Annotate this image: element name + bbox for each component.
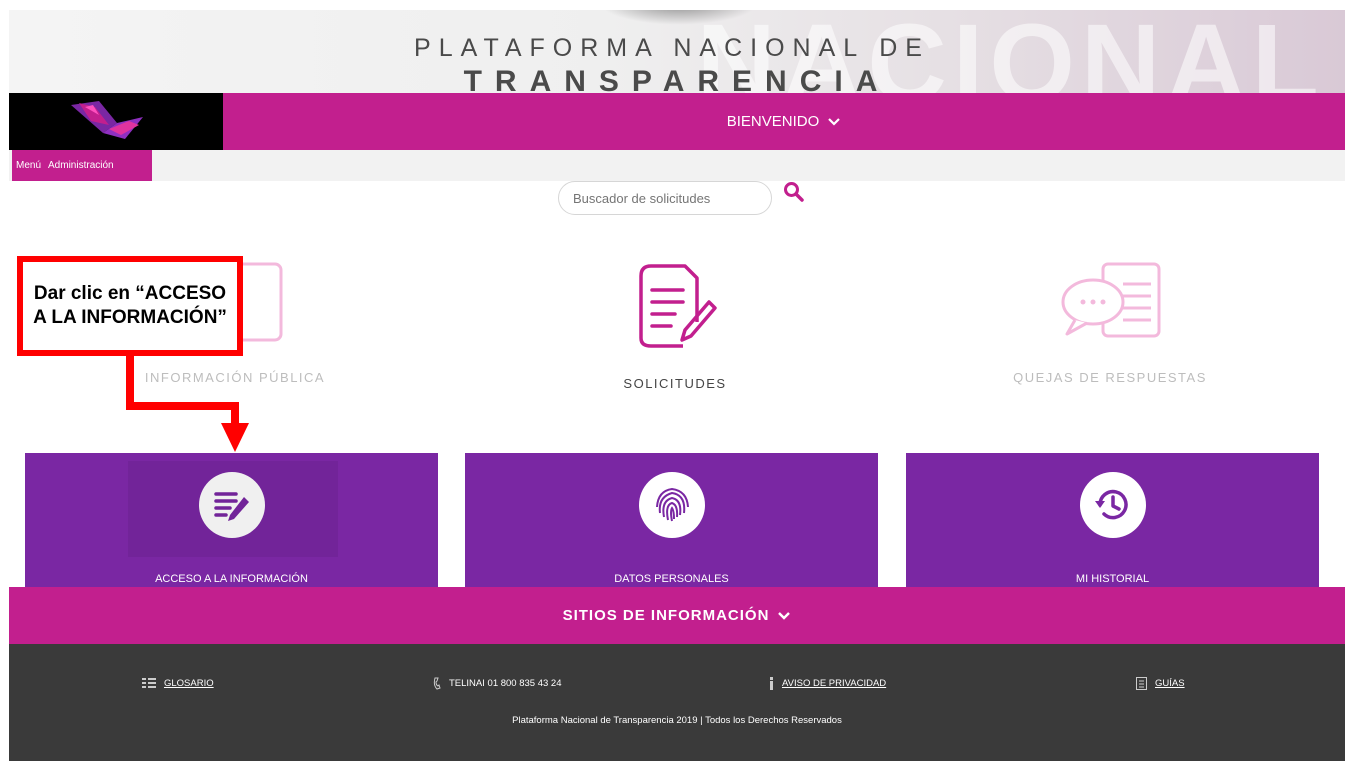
speech-bubble-icon [1061, 262, 1161, 338]
sitios-label: SITIOS DE INFORMACIÓN [562, 607, 770, 624]
header-banner: NACIONAL PLATAFORMA NACIONAL DE TRANSPAR… [9, 10, 1345, 93]
search-input[interactable] [558, 181, 772, 215]
welcome-dropdown[interactable]: BIENVENIDO [223, 93, 1345, 150]
footer: GLOSARIO TELINAI 01 800 835 43 24 AVISO … [9, 644, 1345, 761]
site-title-main: TRANSPARENCIA [463, 65, 891, 93]
logo[interactable] [9, 93, 223, 150]
card-acceso-informacion[interactable]: ACCESO A LA INFORMACIÓN [25, 453, 438, 587]
footer-phone[interactable]: TELINAI 01 800 835 43 24 [433, 677, 562, 690]
chevron-down-icon [778, 611, 791, 620]
document-pencil-icon [639, 264, 717, 348]
card-label: DATOS PERSONALES [614, 573, 729, 585]
category-solicitudes[interactable]: SOLICITUDES [560, 262, 790, 391]
category-label: INFORMACIÓN PÚBLICA [144, 370, 326, 385]
card-label: ACCESO A LA INFORMACIÓN [155, 573, 308, 585]
annotation-callout: Dar clic en “ACCESO A LA INFORMACIÓN” [17, 256, 243, 356]
site-title-top: PLATAFORMA NACIONAL DE [414, 34, 930, 62]
submenu-row: Menú Administración [9, 150, 1345, 181]
card-hover-shade [128, 461, 338, 557]
search-icon [784, 182, 804, 202]
welcome-label: BIENVENIDO [726, 113, 820, 130]
sitios-informacion-dropdown[interactable]: SITIOS DE INFORMACIÓN [9, 587, 1345, 644]
category-label: QUEJAS DE RESPUESTAS [1013, 370, 1207, 385]
guide-icon [1136, 677, 1147, 690]
menu-tab: Menú Administración [12, 150, 152, 181]
fingerprint-icon [655, 487, 689, 522]
footer-link-label: GLOSARIO [164, 677, 214, 689]
card-mi-historial[interactable]: MI HISTORIAL [906, 453, 1319, 587]
card-label: MI HISTORIAL [1075, 573, 1150, 585]
card-icon-circle [1079, 472, 1146, 538]
card-datos-personales[interactable]: DATOS PERSONALES [465, 453, 878, 587]
history-clock-icon [1094, 489, 1128, 520]
phone-icon [433, 677, 441, 690]
footer-link-glosario[interactable]: GLOSARIO [142, 677, 214, 689]
top-nav-bar: BIENVENIDO [9, 93, 1345, 150]
chevron-down-icon [828, 117, 841, 126]
menu-item-menu[interactable]: Menú [16, 160, 41, 171]
footer-link-label: GUÍAS [1155, 678, 1185, 689]
info-icon [770, 677, 773, 690]
footer-copyright: Plataforma Nacional de Transparencia 201… [512, 715, 842, 726]
footer-link-guias[interactable]: GUÍAS [1136, 677, 1185, 690]
card-icon-circle [638, 472, 705, 538]
category-quejas[interactable]: QUEJAS DE RESPUESTAS [995, 262, 1225, 385]
footer-link-label: TELINAI 01 800 835 43 24 [449, 678, 562, 689]
menu-item-administration[interactable]: Administración [48, 160, 114, 171]
footer-link-label: AVISO DE PRIVACIDAD [782, 678, 887, 689]
glossary-icon [142, 678, 156, 688]
search-button[interactable] [783, 181, 805, 208]
category-label: SOLICITUDES [623, 376, 727, 391]
logo-icon [71, 101, 143, 139]
footer-link-aviso[interactable]: AVISO DE PRIVACIDAD [769, 677, 886, 690]
